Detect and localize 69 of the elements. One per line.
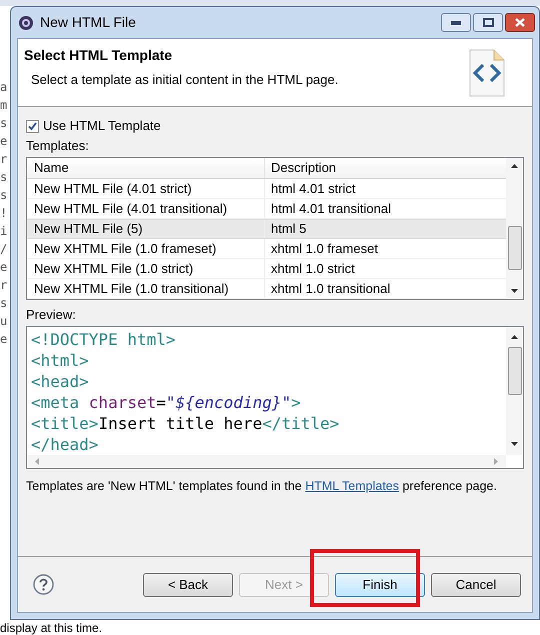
close-icon — [515, 18, 525, 27]
table-cell: New XHTML File (1.0 frameset) — [27, 239, 265, 258]
column-header[interactable]: Name — [27, 158, 265, 178]
status-text: display at this time. — [0, 621, 102, 635]
maximize-icon — [482, 18, 494, 27]
templates-label: Templates: — [26, 138, 90, 154]
scroll-thumb[interactable] — [508, 226, 522, 270]
close-button[interactable] — [505, 13, 535, 32]
table-row[interactable]: New HTML File (5) html 5 — [27, 219, 506, 239]
column-header[interactable]: Description — [265, 158, 506, 178]
table-cell: New XHTML File (1.0 transitional) — [27, 279, 265, 298]
window-title: New HTML File — [40, 13, 136, 32]
code-letter: s — [0, 295, 8, 312]
minimize-icon — [451, 20, 461, 24]
table-cell-text: xhtml 1.0 frameset — [270, 240, 379, 258]
scroll-thumb[interactable] — [508, 347, 522, 395]
code-line: </head> — [31, 434, 100, 455]
table-cell-text: xhtml 1.0 transitional — [270, 280, 392, 298]
code-letter: s — [0, 187, 8, 204]
code-letter: e — [0, 331, 8, 348]
code-letter: m — [0, 97, 8, 114]
table-cell: New HTML File (4.01 strict) — [27, 179, 265, 198]
code-letter: / — [0, 241, 8, 258]
checkbox-label[interactable]: Use HTML Template — [43, 116, 161, 136]
dialog-button[interactable]: Finish — [335, 572, 425, 596]
table-cell-text: xhtml 1.0 strict — [270, 260, 356, 278]
code-line: <!DOCTYPE html> — [31, 329, 176, 350]
help-icon[interactable] — [33, 574, 54, 595]
code-line: <html> — [31, 350, 90, 371]
checkbox[interactable] — [26, 120, 39, 132]
table-cell-text: html 5 — [270, 220, 308, 238]
preference-link[interactable]: HTML Templates — [305, 479, 399, 493]
code-letter: r — [0, 151, 8, 168]
code-letter: i — [0, 223, 8, 240]
code-line: <meta charset="${encoding}"> — [31, 392, 302, 413]
code-line: <title>Insert title here</title> — [31, 413, 340, 434]
down-arrow-icon[interactable] — [511, 289, 518, 293]
table-cell: New XHTML File (1.0 strict) — [27, 259, 265, 278]
table-row[interactable]: New XHTML File (1.0 frameset) xhtml 1.0 frameset — [27, 239, 506, 259]
code-letter: r — [0, 277, 8, 294]
dialog-button[interactable]: < Back — [143, 572, 233, 596]
down-arrow-icon[interactable] — [511, 442, 518, 446]
table-cell: New HTML File (4.01 transitional) — [27, 199, 265, 218]
vertical-scrollbar[interactable] — [506, 158, 523, 299]
page-title: Select HTML Template — [24, 46, 174, 64]
dialog-button[interactable]: Cancel — [431, 572, 521, 596]
preview-label: Preview: — [26, 307, 77, 323]
code-letter: s — [0, 169, 8, 186]
table-cell-text: html 4.01 strict — [270, 180, 357, 198]
table-row[interactable]: New XHTML File (1.0 transitional) xhtml 1.0 transitional — [27, 279, 506, 299]
code-letter: u — [0, 313, 8, 330]
code-line: <head> — [31, 371, 90, 392]
file-code-icon — [469, 49, 505, 97]
code-letter: e — [0, 259, 8, 276]
maximize-button[interactable] — [473, 13, 503, 32]
table-row[interactable]: New HTML File (4.01 strict) html 4.01 strict — [27, 179, 506, 199]
table-row[interactable]: New XHTML File (1.0 strict) xhtml 1.0 strict — [27, 259, 506, 279]
vertical-scrollbar[interactable] — [506, 327, 523, 455]
minimize-button[interactable] — [441, 13, 471, 32]
code-letter: a — [0, 79, 8, 96]
up-arrow-icon[interactable] — [511, 335, 518, 339]
code-letter: ! — [0, 205, 8, 222]
page-description: Select a template as initial content in the HTML page. — [31, 72, 338, 88]
up-arrow-icon[interactable] — [511, 164, 518, 168]
code-letter: e — [0, 133, 8, 150]
code-letter: s — [0, 115, 8, 132]
footer-note: Templates are 'New HTML' templates found in the HTML Templates preference page. — [26, 478, 498, 494]
table-cell-text: html 4.01 transitional — [270, 200, 392, 218]
table-cell: New HTML File (5) — [27, 220, 265, 238]
